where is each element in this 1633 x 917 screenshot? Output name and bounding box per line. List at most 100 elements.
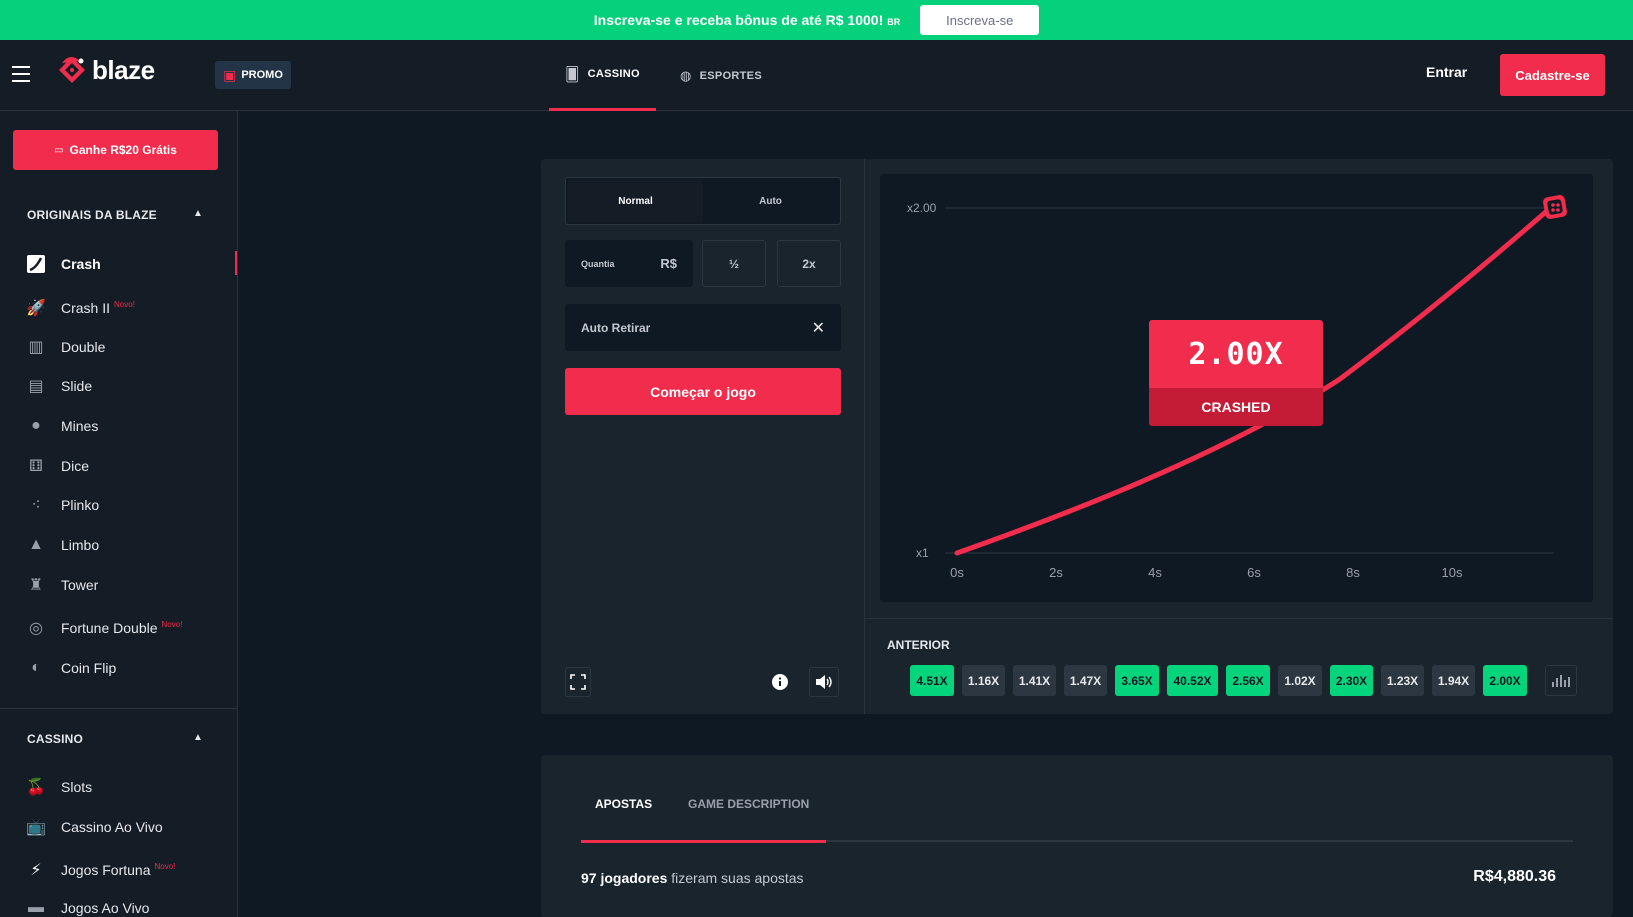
x-tick-label: 10s [1442,565,1463,580]
logo[interactable]: blaze [56,54,155,86]
x-tick-label: 8s [1346,565,1360,580]
history-chip[interactable]: 2.56X [1226,665,1270,696]
fullscreen-icon[interactable] [565,667,591,697]
auto-cashout-input[interactable]: Auto Retirar ✕ [565,304,841,351]
gift-icon: ▣ [223,66,237,83]
signup-banner: Inscreva-se e receba bônus de até R$ 100… [0,0,1633,40]
tower-icon: ♜ [28,577,44,594]
logo-icon [59,56,85,83]
history-chip[interactable]: 1.16X [962,665,1005,696]
half-button[interactable]: ½ [702,240,766,287]
tab-esportes[interactable]: ◍ ESPORTES [680,40,762,111]
sidebar-item-crash-ii[interactable]: 🚀 Crash II Novo! [0,289,237,327]
crash-icon [25,253,47,275]
originals-title: ORIGINAIS DA BLAZE [27,208,157,222]
players-suffix: fizeram suas apostas [671,870,804,886]
ball-icon: ◍ [680,67,692,83]
history-chip[interactable]: 1.47X [1064,665,1107,696]
bonus-button[interactable]: ▭ Ganhe R$20 Grátis [13,130,218,170]
sound-icon[interactable] [809,667,839,697]
sidebar-item-limbo[interactable]: ▲ Limbo [0,526,237,564]
banner-signup-button[interactable]: Inscreva-se [920,5,1040,35]
history-chip[interactable]: 3.65X [1115,665,1159,696]
active-tab-indicator [581,840,826,843]
history-chip[interactable]: 1.23X [1381,665,1424,696]
fortune-icon: ◎ [29,620,43,637]
history-chip[interactable]: 2.00X [1483,665,1527,696]
sidebar-item-label: Crash II Novo! [61,300,135,316]
sidebar-item-label: Fortune Double Novo! [61,620,183,636]
crash-result-box: 2.00X CRASHED [1149,320,1323,426]
signup-button[interactable]: Cadastre-se [1500,54,1605,96]
sidebar-item-plinko[interactable]: ⁖ Plinko [0,486,237,524]
sidebar-item-fortune-double[interactable]: ◎ Fortune Double Novo! [0,609,237,647]
sidebar-item-jogos-ao-vivo[interactable]: ▬ Jogos Ao Vivo [0,889,237,917]
sidebar-item-label: Cassino Ao Vivo [61,819,163,835]
history-chip[interactable]: 40.52X [1167,665,1218,696]
mode-normal-button[interactable]: Normal [568,180,703,222]
new-badge: Novo! [161,620,183,629]
currency-label: R$ [660,256,677,271]
chevron-up-icon[interactable]: ▲ [193,208,203,219]
x-tick-label: 0s [950,565,964,580]
sidebar-item-slots[interactable]: 🍒 Slots [0,768,237,806]
y-top-label: x2.00 [907,201,937,215]
sidebar: ▭ Ganhe R$20 Grátis ORIGINAIS DA BLAZE ▲… [0,111,238,917]
close-icon[interactable]: ✕ [812,318,825,338]
dice-icon: ⚅ [29,458,43,475]
mode-auto-button[interactable]: Auto [703,180,838,222]
stats-icon[interactable] [1545,665,1577,696]
casino-title: CASSINO [27,732,84,746]
auto-cashout-label: Auto Retirar [581,320,651,335]
tab-apostas[interactable]: APOSTAS [595,797,652,811]
amount-input[interactable]: Quantia R$ [565,240,693,287]
x-tick-label: 6s [1247,565,1261,580]
crash-chart: x2.00 x1 0s 2s 4s 6s 8s 10s 2.00X CRASHED [880,174,1593,602]
cherry-icon: 🍒 [26,779,46,796]
sidebar-item-label: Coin Flip [61,660,117,676]
sidebar-item-slide[interactable]: ▤ Slide [0,367,237,405]
players-summary: 97 jogadores fizeram suas apostas [581,870,804,886]
sidebar-item-mines[interactable]: ● Mines [0,407,237,445]
sidebar-item-label: Jogos Ao Vivo [61,900,150,916]
tab-game-description[interactable]: GAME DESCRIPTION [688,797,809,811]
cards-icon: 🂠 [565,65,580,82]
x-tick-label: 4s [1148,565,1162,580]
logo-text: blaze [92,54,155,85]
menu-icon[interactable] [12,66,30,82]
x-tick-label: 2s [1049,565,1063,580]
sidebar-item-label: Tower [61,577,99,593]
history-chip[interactable]: 1.41X [1013,665,1056,696]
sidebar-item-double[interactable]: ▥ Double [0,328,237,366]
mine-icon: ● [31,417,41,434]
promo-button[interactable]: ▣ PROMO [215,61,291,89]
sidebar-item-cassino-ao-vivo[interactable]: 📺 Cassino Ao Vivo [0,808,237,846]
sidebar-item-jogos-fortuna[interactable]: ⚡ Jogos Fortuna Novo! [0,851,237,889]
sidebar-item-tower[interactable]: ♜ Tower [0,566,237,604]
start-game-button[interactable]: Começar o jogo [565,368,841,415]
sidebar-item-crash[interactable]: Crash [0,245,237,283]
promo-label: PROMO [241,69,283,81]
sidebar-item-label: Slots [61,779,93,795]
history-chip[interactable]: 4.51X [910,665,954,696]
double-amount-button[interactable]: 2x [777,240,841,287]
tab-cassino[interactable]: 🂠 CASSINO [549,40,656,111]
history-chip[interactable]: 1.02X [1278,665,1322,696]
history-chip[interactable]: 2.30X [1330,665,1373,696]
coin-icon: ◐ [31,659,41,676]
live-icon: ▬ [28,899,44,916]
tv-icon: 📺 [26,819,46,836]
new-badge: Novo! [154,862,176,871]
chevron-up-icon[interactable]: ▲ [193,732,203,743]
x-axis-labels: 0s 2s 4s 6s 8s 10s [950,565,1463,580]
login-button[interactable]: Entrar [1426,64,1467,80]
history-chip[interactable]: 1.94X [1432,665,1475,696]
info-icon[interactable] [767,667,793,697]
sidebar-item-coin-flip[interactable]: ◐ Coin Flip [0,649,237,687]
double-icon: ▥ [28,339,44,356]
dice-icon [1543,195,1567,219]
sidebar-item-label: Slide [61,378,93,394]
plinko-icon: ⁖ [31,497,41,514]
sidebar-item-dice[interactable]: ⚅ Dice [0,447,237,485]
multiplier-display: 2.00X [1149,320,1323,388]
